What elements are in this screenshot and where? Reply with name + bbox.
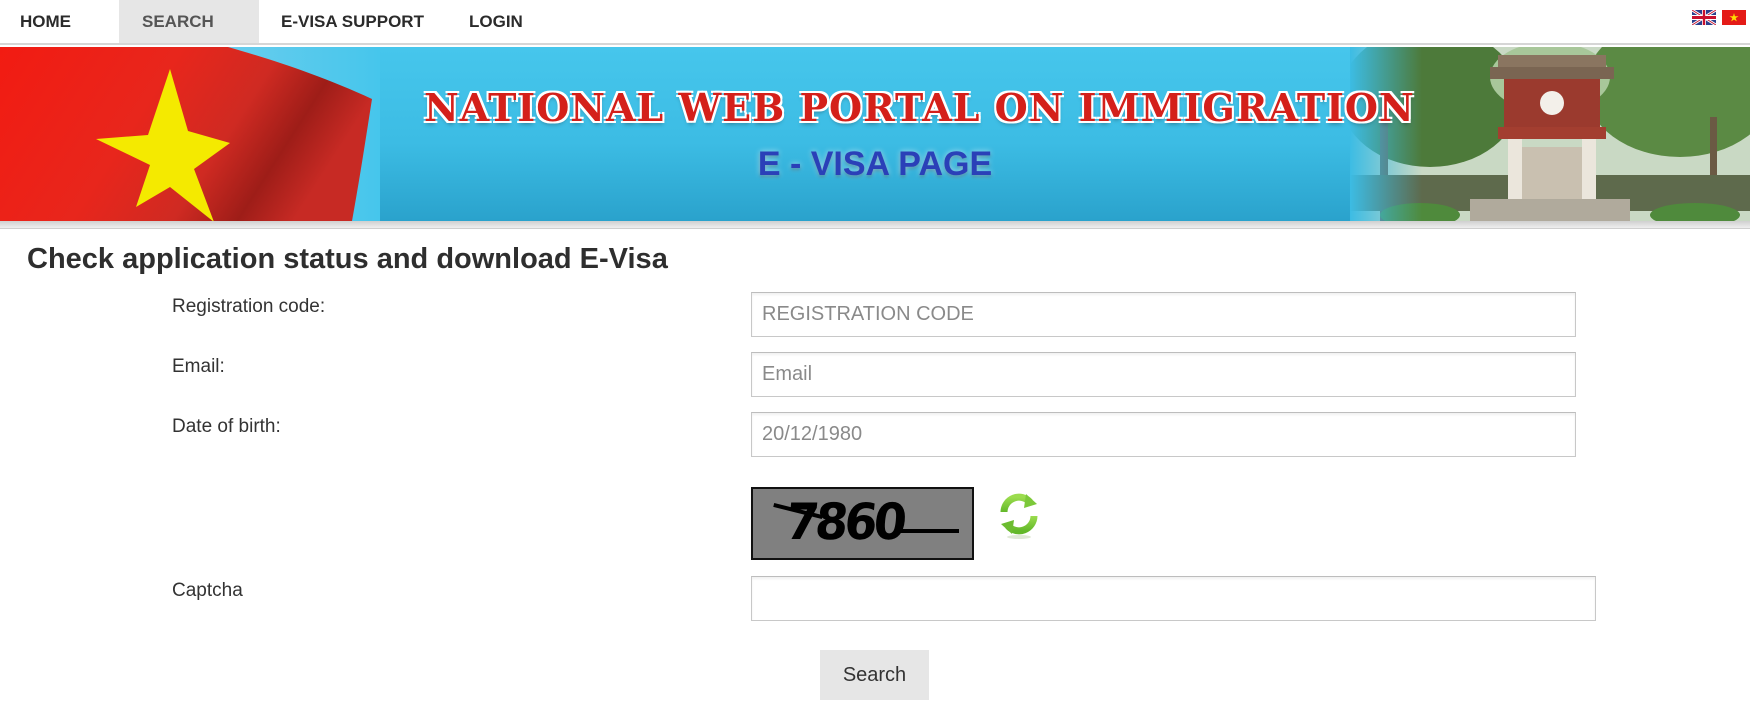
top-nav: HOME SEARCH E-VISA SUPPORT LOGIN — [0, 0, 1750, 45]
banner-divider — [0, 221, 1750, 229]
nav-home[interactable]: HOME — [20, 0, 71, 43]
registration-code-input[interactable] — [751, 292, 1576, 337]
email-label: Email: — [172, 356, 225, 377]
site-banner: NATIONAL WEB PORTAL ON IMMIGRATION E - V… — [0, 47, 1750, 221]
email-input[interactable] — [751, 352, 1576, 397]
nav-login[interactable]: LOGIN — [469, 0, 523, 43]
nav-search[interactable]: SEARCH — [119, 0, 259, 43]
page-title: Check application status and download E-… — [27, 243, 668, 275]
search-button[interactable]: Search — [820, 650, 929, 700]
captcha-noise-line — [899, 529, 959, 533]
captcha-input[interactable] — [751, 576, 1596, 621]
refresh-icon[interactable] — [995, 490, 1043, 540]
nav-evisa-support[interactable]: E-VISA SUPPORT — [281, 0, 424, 43]
temple-photo — [1350, 47, 1750, 221]
captcha-image-text: 7860 — [783, 493, 906, 551]
date-of-birth-label: Date of birth: — [172, 416, 281, 437]
date-of-birth-input[interactable] — [751, 412, 1576, 457]
banner-subtitle: E - VISA PAGE — [757, 145, 993, 183]
language-switcher — [1692, 10, 1746, 25]
vietnam-flag-graphic — [0, 47, 380, 221]
uk-flag-icon[interactable] — [1692, 10, 1716, 25]
captcha-image: 7860 — [751, 487, 974, 560]
banner-title: NATIONAL WEB PORTAL ON IMMIGRATION — [424, 85, 1415, 130]
captcha-label: Captcha — [172, 580, 243, 601]
vietnam-flag-icon[interactable] — [1722, 10, 1746, 25]
registration-code-label: Registration code: — [172, 296, 326, 317]
